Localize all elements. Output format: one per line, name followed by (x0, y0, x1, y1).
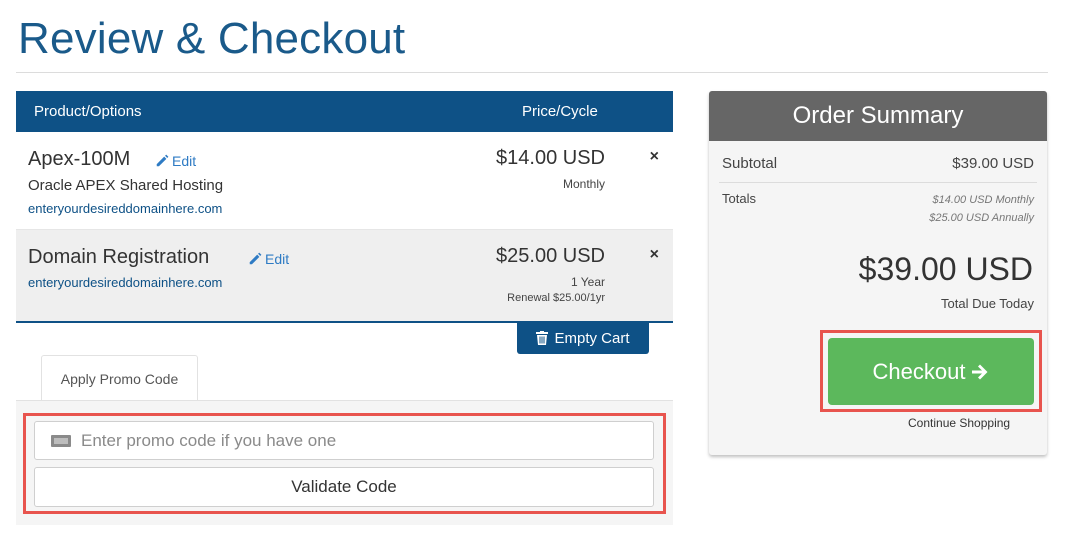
item-domain: enteryourdesireddomainhere.com (28, 201, 223, 216)
pencil-icon (249, 252, 262, 265)
header-price: Price/Cycle (522, 103, 598, 120)
checkout-highlight (820, 330, 1042, 412)
edit-label: Edit (172, 153, 197, 169)
continue-shopping-link[interactable]: Continue Shopping (908, 416, 1010, 430)
total-due-amount: $39.00 USD (858, 251, 1033, 287)
item-description: Oracle APEX Shared Hosting (28, 177, 224, 194)
item-domain: enteryourdesireddomainhere.com (28, 275, 223, 290)
order-summary-title: Order Summary (709, 91, 1047, 141)
trash-icon (536, 331, 549, 345)
item-cycle: Monthly (562, 177, 605, 191)
subtotal-label: Subtotal (722, 155, 778, 172)
total-due-label: Total Due Today (941, 296, 1034, 311)
remove-item-icon[interactable]: × (650, 246, 659, 264)
item-name: Apex-100M (28, 148, 131, 170)
edit-label: Edit (265, 251, 290, 267)
summary-divider (719, 182, 1037, 183)
subtotal-value: $39.00 USD (952, 155, 1034, 172)
page-title: Review & Checkout (18, 14, 406, 63)
cart-item-domain: Domain Registration Edit enteryourdesire… (16, 230, 673, 323)
item-renewal: Renewal $25.00/1yr (507, 292, 605, 304)
totals-label: Totals (722, 191, 756, 206)
empty-cart-button[interactable]: Empty Cart (517, 322, 649, 354)
edit-link[interactable]: Edit (155, 153, 196, 169)
title-divider (16, 72, 1048, 73)
cart-table: Product/Options Price/Cycle Apex-100M Ed… (16, 91, 673, 323)
promo-highlight (23, 413, 666, 514)
header-product: Product/Options (34, 103, 142, 120)
totals-annually: $25.00 USD Annually (929, 212, 1034, 224)
item-price: $14.00 USD (496, 147, 605, 169)
item-cycle: 1 Year (570, 275, 605, 289)
empty-cart-label: Empty Cart (554, 329, 630, 347)
item-name: Domain Registration (28, 246, 210, 268)
item-price: $25.00 USD (496, 245, 605, 267)
totals-values: $14.00 USD Monthly $25.00 USD Annually (929, 191, 1034, 227)
remove-item-icon[interactable]: × (650, 148, 659, 166)
totals-monthly: $14.00 USD Monthly (932, 194, 1035, 206)
cart-header: Product/Options Price/Cycle (16, 91, 673, 132)
edit-link[interactable]: Edit (248, 251, 289, 267)
cart-item-hosting: Apex-100M Edit Oracle APEX Shared Hostin… (16, 132, 673, 230)
tab-apply-promo-code[interactable]: Apply Promo Code (41, 355, 198, 401)
pencil-icon (156, 154, 169, 167)
